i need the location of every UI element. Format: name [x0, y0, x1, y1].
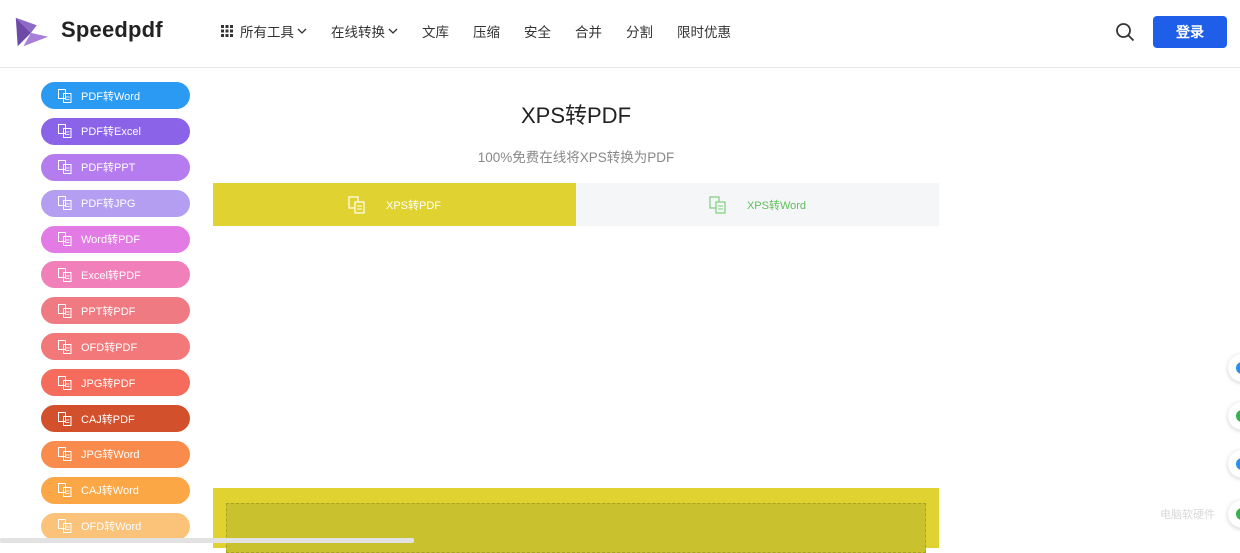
- search-icon[interactable]: [1115, 22, 1135, 42]
- convert-document-icon: [58, 267, 72, 282]
- convert-document-icon: [58, 519, 72, 534]
- main-nav: 所有工具 在线转换 文库 压缩 安全 合并 分割 限时优惠: [221, 21, 755, 41]
- convert-document-icon: [58, 303, 72, 318]
- floating-action-icon: [1236, 458, 1240, 470]
- sidebar-item-label: PDF转Excel: [81, 126, 141, 139]
- floating-action-icon: [1236, 362, 1240, 374]
- sidebar-item-label: CAJ转Word: [81, 485, 139, 498]
- chevron-down-icon: [388, 28, 398, 34]
- sidebar-item-label: JPG转Word: [81, 449, 140, 462]
- watermark-text: 电脑软硬件: [1160, 509, 1215, 521]
- nav-promotion[interactable]: 限时优惠: [677, 21, 731, 41]
- speedpdf-logo-icon[interactable]: [12, 12, 50, 50]
- page-title: XPS转PDF: [520, 103, 632, 128]
- sidebar-item-label: PDF转JPG: [81, 198, 136, 211]
- nav-merge[interactable]: 合并: [575, 21, 602, 41]
- floating-action-icon: [1236, 410, 1240, 422]
- nav-label: 在线转换: [331, 25, 385, 40]
- sidebar-item-label: CAJ转PDF: [81, 413, 135, 426]
- sidebar-item[interactable]: Word转PDF: [41, 225, 190, 253]
- nav-security[interactable]: 安全: [524, 21, 551, 41]
- sidebar-item[interactable]: PDF转Word: [41, 82, 190, 109]
- nav-online-convert[interactable]: 在线转换: [331, 21, 398, 41]
- convert-document-icon: [58, 375, 72, 390]
- sidebar-item-label: OFD转PDF: [81, 341, 138, 354]
- sidebar-item[interactable]: PDF转JPG: [41, 189, 190, 217]
- sidebar-item-label: PDF转Word: [81, 90, 141, 103]
- nav-compress[interactable]: 压缩: [473, 21, 500, 41]
- sidebar-item-label: Excel转PDF: [81, 269, 141, 282]
- convert-document-icon: [58, 339, 72, 354]
- sidebar-item[interactable]: OFD转PDF: [41, 333, 190, 361]
- conversion-tabs: XPS转PDF XPS转Word: [213, 183, 939, 226]
- nav-split[interactable]: 分割: [626, 21, 653, 41]
- convert-document-icon: [348, 195, 365, 214]
- sidebar-item-label: JPG转PDF: [81, 377, 136, 390]
- brand-name[interactable]: Speedpdf: [61, 17, 163, 43]
- sidebar-item-label: PDF转PPT: [81, 162, 136, 175]
- convert-document-icon: [58, 160, 72, 175]
- floating-action-icon: [1236, 508, 1240, 520]
- tool-sidebar: PDF转Word PDF转Excel PDF转PPT PDF转JPG Word转PDF E…: [41, 82, 190, 549]
- upload-dropzone[interactable]: [226, 503, 926, 553]
- tab-label: XPS转Word: [746, 199, 807, 212]
- convert-document-icon: [58, 124, 72, 139]
- floating-action-button[interactable]: [1228, 450, 1240, 478]
- horizontal-scrollbar[interactable]: [0, 538, 414, 543]
- tab-label: XPS转PDF: [385, 199, 441, 212]
- tab-xps-to-word[interactable]: XPS转Word: [576, 183, 939, 226]
- grid-icon: [221, 25, 233, 37]
- sidebar-item[interactable]: PDF转Excel: [41, 117, 190, 145]
- page-subtitle: 100%免费在线将XPS转换为PDF: [477, 150, 675, 165]
- convert-document-icon: [58, 411, 72, 426]
- nav-label: 所有工具: [240, 25, 294, 40]
- sidebar-item[interactable]: OFD转Word: [41, 512, 190, 540]
- sidebar-item[interactable]: JPG转PDF: [41, 369, 190, 397]
- convert-document-icon: [58, 232, 72, 247]
- convert-document-icon: [709, 195, 726, 214]
- tab-xps-to-pdf[interactable]: XPS转PDF: [213, 183, 576, 226]
- chevron-down-icon: [297, 28, 307, 34]
- nav-library[interactable]: 文库: [422, 21, 449, 41]
- sidebar-item[interactable]: JPG转Word: [41, 440, 190, 468]
- top-header: Speedpdf 所有工具 在线转换 文库 压缩 安全 合并 分割 限时优惠 登…: [0, 0, 1240, 68]
- convert-document-icon: [58, 196, 72, 211]
- sidebar-item[interactable]: Excel转PDF: [41, 261, 190, 289]
- sidebar-item-label: PPT转PDF: [81, 305, 136, 318]
- sidebar-item[interactable]: PPT转PDF: [41, 297, 190, 325]
- floating-action-button[interactable]: [1228, 402, 1240, 430]
- convert-document-icon: [58, 88, 72, 103]
- sidebar-item[interactable]: PDF转PPT: [41, 153, 190, 181]
- nav-all-tools[interactable]: 所有工具: [221, 21, 307, 41]
- sidebar-item[interactable]: CAJ转Word: [41, 476, 190, 504]
- floating-action-button[interactable]: [1228, 500, 1240, 528]
- sidebar-item-label: Word转PDF: [81, 234, 141, 247]
- floating-action-button[interactable]: [1228, 354, 1240, 382]
- convert-document-icon: [58, 447, 72, 462]
- convert-document-icon: [58, 483, 72, 498]
- sidebar-item[interactable]: CAJ转PDF: [41, 405, 190, 433]
- sidebar-item-label: OFD转Word: [81, 521, 142, 534]
- login-button[interactable]: 登录: [1153, 16, 1227, 48]
